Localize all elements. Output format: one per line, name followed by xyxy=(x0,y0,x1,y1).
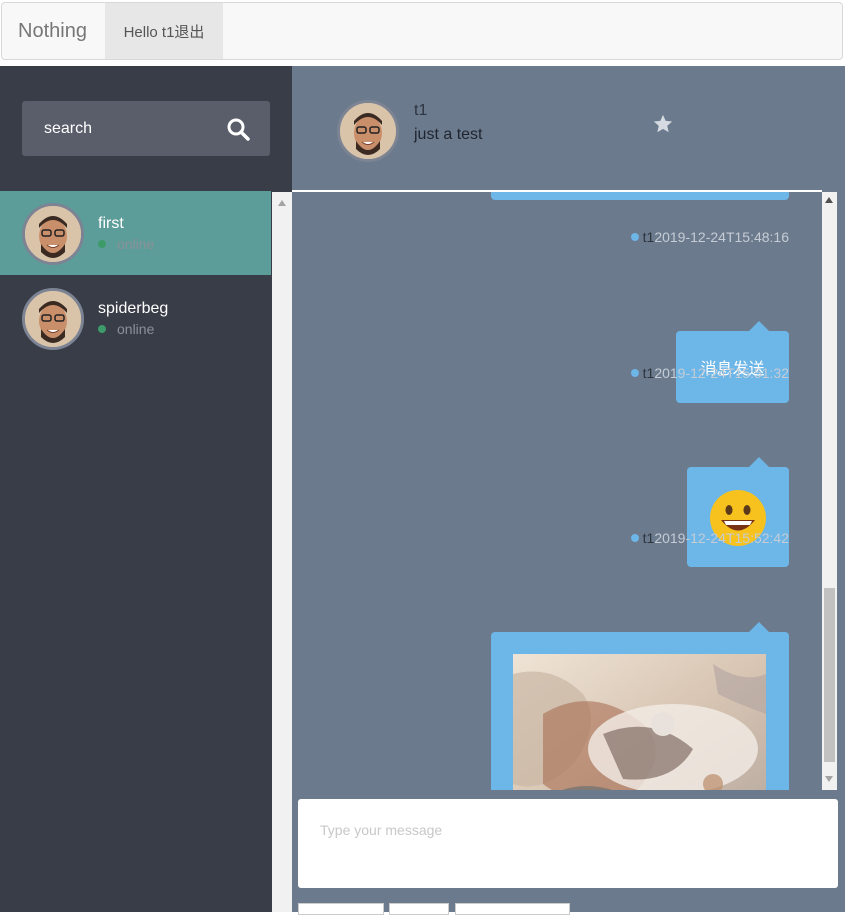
illustration-image[interactable] xyxy=(513,654,766,790)
message-meta: t1 2019-12-24T15:52:42 xyxy=(630,530,789,546)
scroll-down-arrow-icon[interactable] xyxy=(825,776,833,782)
message-composer xyxy=(292,790,845,915)
chat-app: first online spiderbeg xyxy=(0,66,845,915)
avatar xyxy=(22,203,84,265)
online-dot-icon xyxy=(98,240,106,248)
chat-contact-name: t1 xyxy=(414,102,428,119)
chat-header: t1 just a test xyxy=(292,66,845,191)
contacts-scrollbar[interactable] xyxy=(272,192,292,912)
top-navbar: Nothing Hello t1退出 xyxy=(1,2,843,60)
message-bubble xyxy=(687,457,789,567)
contact-item-spiderbeg[interactable]: spiderbeg online xyxy=(0,276,271,360)
header-avatar xyxy=(337,100,399,162)
avatar xyxy=(22,288,84,350)
search-box xyxy=(22,101,270,156)
composer-tool-button[interactable] xyxy=(298,903,384,915)
message-timestamp: 2019-12-24T15:48:16 xyxy=(654,229,789,245)
composer-tool-button[interactable] xyxy=(455,903,570,915)
message-scrollbar[interactable] xyxy=(822,192,837,790)
user-logout-label: Hello t1退出 xyxy=(123,23,205,41)
message-dot-icon xyxy=(630,369,639,377)
scroll-thumb[interactable] xyxy=(824,588,835,762)
message-bubble xyxy=(491,622,789,790)
search-input[interactable] xyxy=(22,101,212,156)
contact-status: online xyxy=(98,321,154,337)
chat-contact-status: just a test xyxy=(414,126,483,143)
online-dot-icon xyxy=(98,325,106,333)
message-timestamp: 2019-12-24T15:52:42 xyxy=(654,530,789,546)
brand-link[interactable]: Nothing xyxy=(18,20,87,43)
message-bubble xyxy=(491,192,789,200)
chat-panel: t1 just a test t1 2019-12-24T15:48:16 消息… xyxy=(292,66,845,915)
scroll-up-arrow-icon[interactable] xyxy=(825,197,833,203)
contact-status: online xyxy=(98,236,154,252)
scroll-up-arrow-icon[interactable] xyxy=(278,200,286,206)
contact-name: first xyxy=(98,215,124,232)
star-icon[interactable] xyxy=(652,113,674,135)
header-divider xyxy=(292,190,822,192)
message-input[interactable] xyxy=(298,799,838,888)
contact-status-label: online xyxy=(117,321,155,337)
message-timestamp: 2019-12-24T15:51:32 xyxy=(654,365,789,381)
message-meta: t1 2019-12-24T15:48:16 xyxy=(630,229,789,245)
composer-tool-button[interactable] xyxy=(389,903,449,915)
contact-name: spiderbeg xyxy=(98,300,169,317)
message-dot-icon xyxy=(630,233,639,241)
message-author: t1 xyxy=(642,530,655,546)
message-dot-icon xyxy=(630,534,639,542)
message-author: t1 xyxy=(642,365,655,381)
user-logout-link[interactable]: Hello t1退出 xyxy=(105,3,223,59)
message-meta: t1 2019-12-24T15:51:32 xyxy=(630,365,789,381)
contact-status-label: online xyxy=(117,236,155,252)
message-author: t1 xyxy=(642,229,655,245)
contact-item-first[interactable]: first online xyxy=(0,191,271,275)
contacts-sidebar: first online spiderbeg xyxy=(0,66,272,912)
search-icon[interactable] xyxy=(226,117,250,141)
message-list[interactable]: t1 2019-12-24T15:48:16 消息发送 t1 2019-12-2… xyxy=(292,192,822,790)
